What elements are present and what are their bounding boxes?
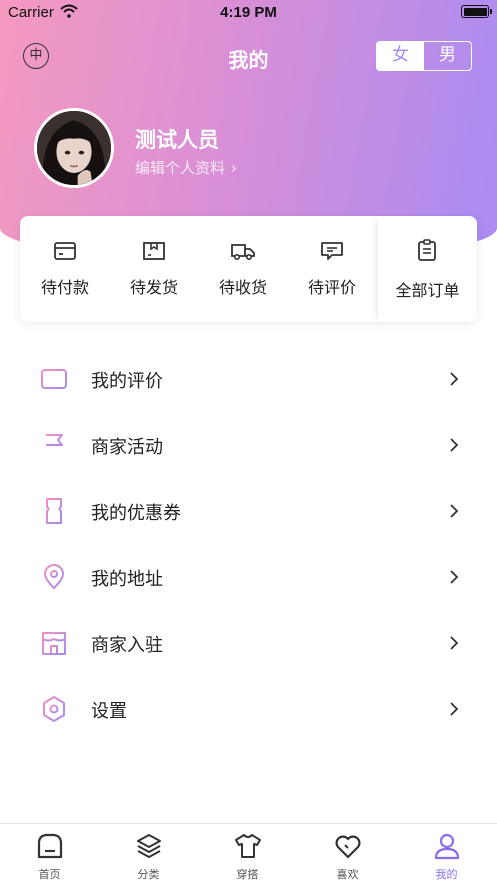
order-pending-payment[interactable]: 待付款 bbox=[20, 216, 110, 322]
order-pending-review[interactable]: 待评价 bbox=[287, 216, 377, 322]
package-icon bbox=[143, 242, 165, 260]
order-label: 待付款 bbox=[40, 278, 89, 297]
flag-icon bbox=[44, 434, 63, 456]
store-icon bbox=[42, 632, 66, 655]
gender-option-male[interactable]: 男 bbox=[424, 42, 471, 70]
heart-icon bbox=[335, 835, 361, 859]
order-pending-receipt[interactable]: 待收货 bbox=[198, 216, 288, 322]
tab-label: 首页 bbox=[38, 868, 61, 881]
menu-item-merchant-events[interactable]: 商家活动 bbox=[0, 412, 497, 478]
location-icon bbox=[44, 564, 64, 589]
gender-option-female[interactable]: 女 bbox=[377, 42, 424, 70]
gender-toggle[interactable]: 女 男 bbox=[376, 41, 472, 71]
profile-name: 测试人员 bbox=[135, 128, 219, 152]
menu-item-merchant-join[interactable]: 商家入驻 bbox=[0, 610, 497, 676]
review-icon bbox=[41, 369, 67, 389]
chevron-right-icon bbox=[450, 504, 459, 518]
wallet-icon bbox=[54, 242, 76, 260]
chevron-right-icon bbox=[450, 372, 459, 386]
order-label: 全部订单 bbox=[395, 281, 460, 300]
tab-label: 分类 bbox=[137, 868, 160, 881]
tab-label: 我的 bbox=[435, 868, 458, 881]
chevron-right-icon bbox=[450, 702, 459, 716]
menu-item-coupons[interactable]: 我的优惠券 bbox=[0, 478, 497, 544]
tab-label: 喜欢 bbox=[336, 868, 359, 881]
tab-mine[interactable]: 我的 bbox=[397, 824, 496, 883]
menu-item-my-reviews[interactable]: 我的评价 bbox=[0, 346, 497, 412]
status-bar: Carrier 4:19 PM bbox=[0, 0, 497, 26]
menu-label: 商家活动 bbox=[91, 437, 163, 458]
user-icon bbox=[434, 833, 460, 860]
tab-category[interactable]: 分类 bbox=[99, 824, 198, 883]
menu-item-addresses[interactable]: 我的地址 bbox=[0, 544, 497, 610]
layers-icon bbox=[137, 834, 161, 858]
menu-label: 商家入驻 bbox=[91, 635, 163, 656]
tab-label: 穿搭 bbox=[236, 868, 259, 881]
avatar-image bbox=[37, 111, 111, 185]
tab-outfits[interactable]: 穿搭 bbox=[198, 824, 297, 883]
menu-item-settings[interactable]: 设置 bbox=[0, 676, 497, 742]
menu-label: 我的地址 bbox=[91, 569, 163, 590]
tab-favorites[interactable]: 喜欢 bbox=[298, 824, 397, 883]
menu-label: 我的优惠券 bbox=[91, 503, 181, 524]
menu-label: 我的评价 bbox=[91, 371, 163, 392]
truck-icon bbox=[231, 244, 255, 261]
menu-label: 设置 bbox=[91, 701, 127, 722]
chevron-right-icon bbox=[450, 438, 459, 452]
clipboard-icon bbox=[418, 239, 436, 261]
tab-bar: 首页 分类 穿搭 喜欢 我的 bbox=[0, 823, 497, 883]
home-icon bbox=[37, 833, 63, 859]
all-orders-button[interactable]: 全部订单 bbox=[378, 216, 477, 322]
order-label: 待收货 bbox=[218, 278, 267, 297]
shirt-icon bbox=[235, 834, 261, 858]
edit-profile-label: 编辑个人资料 bbox=[135, 159, 226, 177]
coupon-icon bbox=[46, 498, 62, 524]
order-label: 待发货 bbox=[129, 278, 178, 297]
comment-icon bbox=[321, 242, 343, 260]
avatar[interactable] bbox=[34, 108, 114, 188]
chevron-right-icon bbox=[450, 570, 459, 584]
status-time: 4:19 PM bbox=[220, 4, 277, 21]
settings-icon bbox=[43, 696, 65, 722]
chevron-right-icon bbox=[450, 636, 459, 650]
order-label: 待评价 bbox=[307, 278, 356, 297]
orders-card: 待付款 待发货 待收货 待评价 全部订单 bbox=[20, 216, 477, 322]
edit-profile-link[interactable]: 编辑个人资料 › bbox=[135, 157, 237, 178]
battery-icon bbox=[461, 5, 492, 18]
order-pending-shipment[interactable]: 待发货 bbox=[109, 216, 199, 322]
tab-home[interactable]: 首页 bbox=[0, 824, 99, 883]
chevron-right-icon: › bbox=[231, 159, 238, 177]
